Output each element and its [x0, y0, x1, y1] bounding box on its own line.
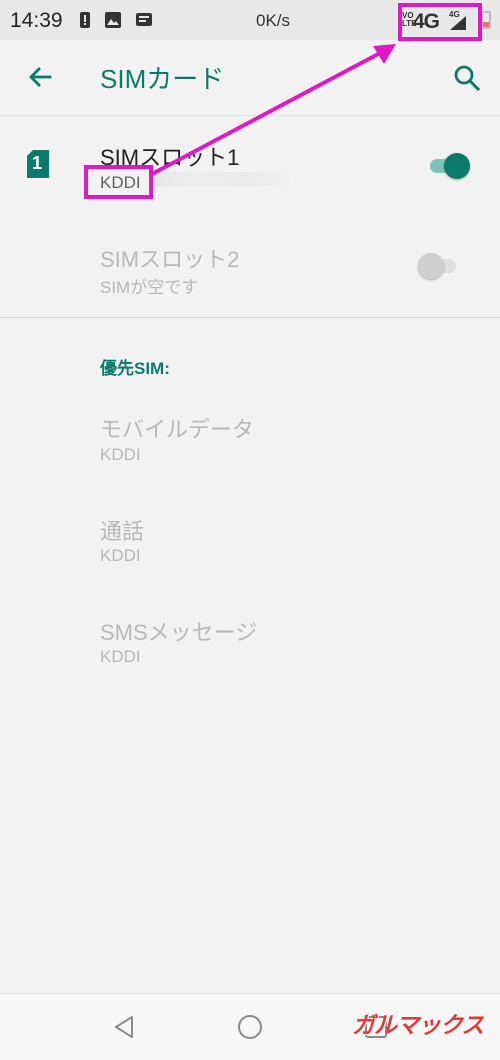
preferred-sms-value: KDDI — [100, 647, 141, 666]
sim-slot-2-toggle[interactable] — [416, 251, 456, 281]
battery-icon — [481, 11, 491, 29]
preferred-calls-row[interactable] — [0, 495, 500, 585]
preferred-sms-title: SMSメッセージ — [100, 620, 258, 645]
image-icon — [105, 12, 121, 28]
status-time: 14:39 — [10, 9, 63, 32]
alert-icon — [80, 12, 90, 28]
home-circle-icon[interactable] — [235, 1012, 265, 1042]
sim-badge-number: 1 — [32, 153, 43, 173]
network-speed: 0K/s — [256, 11, 291, 30]
preferred-calls-title: 通話 — [100, 519, 145, 544]
sim-slot-1-toggle[interactable] — [428, 151, 470, 181]
page-title: SIMカード — [100, 64, 225, 94]
annotation-box-carrier — [84, 165, 153, 199]
search-icon[interactable] — [449, 60, 485, 96]
redacted-number — [150, 172, 290, 186]
back-triangle-icon[interactable] — [110, 1012, 140, 1042]
preferred-calls-value: KDDI — [100, 546, 141, 565]
message-icon — [136, 13, 152, 26]
section-divider — [0, 317, 500, 318]
sim-slot-2-title: SIMスロット2 — [100, 247, 240, 272]
preferred-sim-header: 優先SIM: — [100, 359, 170, 378]
watermark-logo: ガルマックス — [352, 1012, 484, 1038]
app-bar: SIMカード — [0, 40, 500, 116]
sim-slot-2-status: SIMが空です — [100, 278, 199, 297]
preferred-mobile-data-title: モバイルデータ — [100, 417, 255, 442]
arrow-back-icon[interactable] — [22, 60, 58, 96]
annotation-box-network — [398, 3, 482, 41]
preferred-mobile-data-value: KDDI — [100, 445, 141, 464]
sim-slot-1-row[interactable] — [0, 116, 500, 216]
